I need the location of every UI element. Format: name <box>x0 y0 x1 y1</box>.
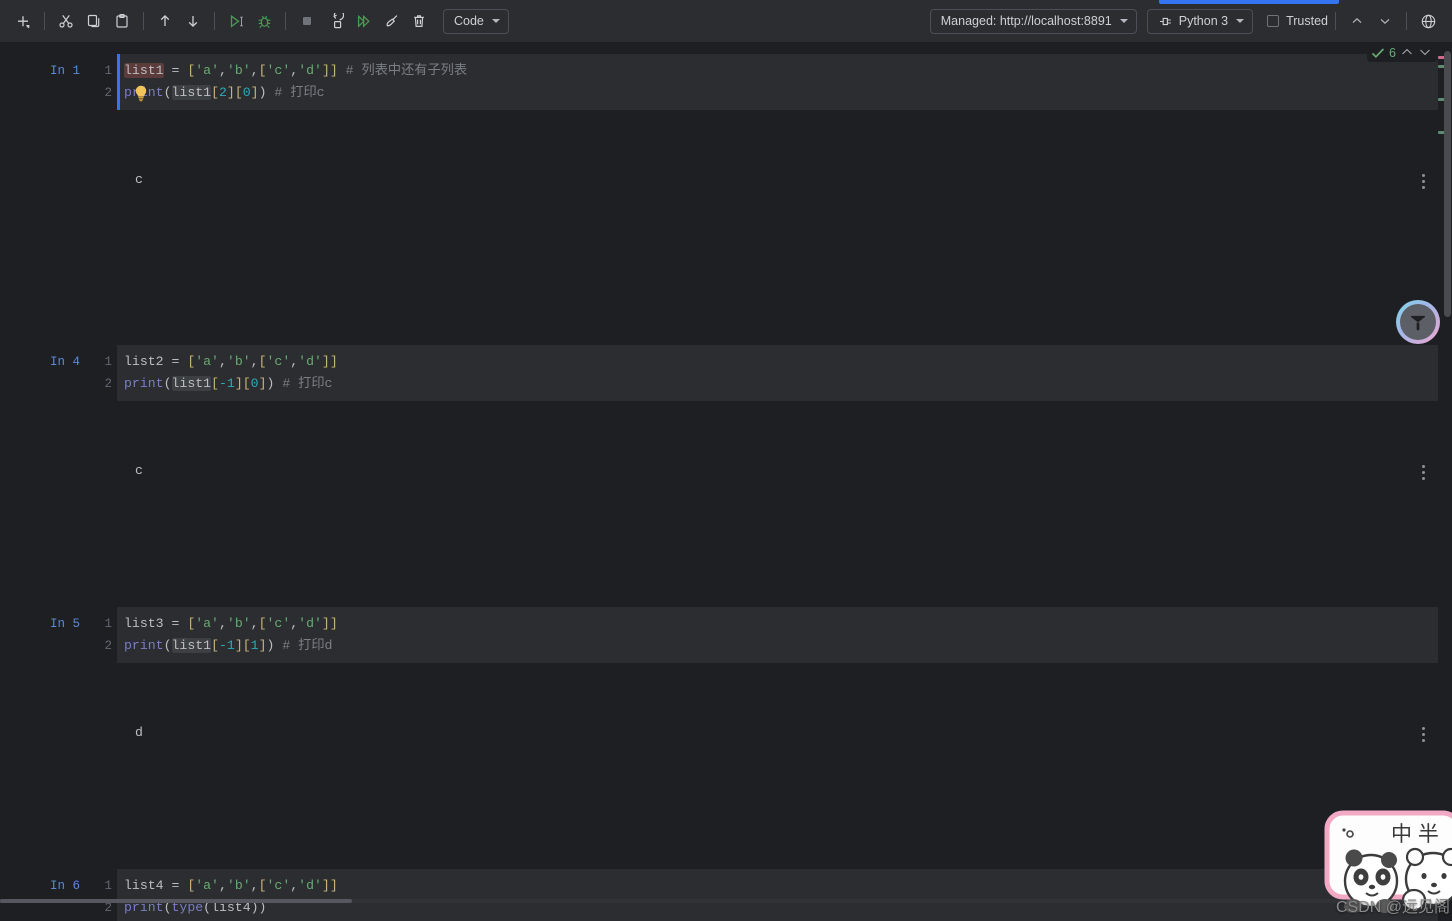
notebook-cell[interactable]: In 4 1 2 list2 = ['a','b',['c','d']] pri… <box>0 203 1452 486</box>
next-problem-icon[interactable] <box>1418 47 1432 60</box>
notebook-scroll-area[interactable]: In 1 1 2 list1 = ['a','b',['c','d']] # 列… <box>0 43 1452 921</box>
output-line: c <box>135 172 143 187</box>
add-cell-icon[interactable] <box>9 7 37 35</box>
toolbar-divider <box>143 12 144 30</box>
toolbar-divider <box>1335 12 1336 30</box>
notebook-cell[interactable]: In 5 1 2 list3 = ['a','b',['c','d']] pri… <box>0 334 1452 748</box>
assistant-fab[interactable] <box>1396 300 1440 344</box>
code-line: list1 = ['a','b',['c','d']] # 列表中还有子列表 <box>124 63 468 78</box>
kernel-select[interactable]: Python 3 <box>1146 8 1254 34</box>
line-number: 1 <box>104 64 112 78</box>
notebook-cell[interactable]: In 6 1 2 3 list4 = ['a','b',['c','d']] p… <box>0 465 1452 921</box>
restart-kernel-icon[interactable] <box>321 7 349 35</box>
output-context-menu-icon[interactable] <box>1416 171 1430 191</box>
line-numbers: 1 2 <box>96 60 112 104</box>
scroll-down-icon[interactable] <box>1371 7 1399 35</box>
trusted-label: Trusted <box>1286 14 1328 28</box>
chevron-down-icon <box>491 19 500 23</box>
cell-prompt: In 1 <box>50 64 81 78</box>
vertical-scrollbar-thumb[interactable] <box>1444 51 1451 317</box>
problems-count: 6 <box>1389 46 1396 60</box>
inspection-status-widget[interactable]: 6 <box>1367 44 1438 62</box>
fab-inner <box>1400 304 1436 340</box>
cell-output: c <box>117 165 1440 195</box>
trusted-checkbox[interactable]: Trusted <box>1267 14 1328 28</box>
jupyter-server-label: Managed: http://localhost:8891 <box>940 14 1112 28</box>
delete-cell-icon[interactable] <box>405 7 433 35</box>
horizontal-scrollbar-thumb[interactable] <box>0 899 352 903</box>
chevron-down-icon <box>1236 19 1245 23</box>
code-line: print(list1[2][0]) # 打印c <box>124 85 325 100</box>
intention-bulb-icon[interactable] <box>133 85 149 102</box>
move-cell-down-icon[interactable] <box>179 7 207 35</box>
prev-problem-icon[interactable] <box>1400 47 1414 60</box>
run-all-cells-icon[interactable] <box>349 7 377 35</box>
scroll-up-icon[interactable] <box>1343 7 1371 35</box>
sticker-bubble-text: 中 半 <box>1391 823 1439 846</box>
run-cell-icon[interactable] <box>222 7 250 35</box>
toolbar-divider <box>1406 12 1407 30</box>
kernel-label: Python 3 <box>1178 14 1229 28</box>
debug-cell-icon[interactable] <box>250 7 278 35</box>
toolbar-divider <box>44 12 45 30</box>
clear-outputs-icon[interactable] <box>377 7 405 35</box>
jupyter-server-select[interactable]: Managed: http://localhost:8891 <box>929 8 1137 34</box>
cut-cell-icon[interactable] <box>52 7 80 35</box>
open-in-browser-icon[interactable] <box>1414 7 1442 35</box>
line-number: 2 <box>104 86 112 100</box>
cell-type-label: Code <box>454 14 484 28</box>
notebook-cell[interactable]: In 9 1 print(list4) ['frist', 'a', 'b', … <box>0 693 1452 797</box>
code-inspection-strip[interactable] <box>1438 43 1452 921</box>
notebook-toolbar: Code Managed: http://localhost:8891 Pyth… <box>0 0 1452 43</box>
move-cell-up-icon[interactable] <box>151 7 179 35</box>
checkbox-box <box>1267 15 1280 27</box>
csdn-watermark: CSDN @远见阁 <box>1336 899 1451 916</box>
toolbar-divider <box>214 12 215 30</box>
toolbar-left-group: Code <box>0 7 509 35</box>
active-tab-indicator <box>1159 0 1339 4</box>
notebook-cell[interactable]: In 1 1 2 list1 = ['a','b',['c','d']] # 列… <box>0 43 1452 203</box>
tri-blade-icon <box>1410 315 1426 331</box>
toolbar-right-group: Managed: http://localhost:8891 Python 3 … <box>920 7 1452 35</box>
notebook-cell[interactable]: In 7 1 list4.insert(0,"frist") # 第1个元素插入… <box>0 641 1452 693</box>
interrupt-kernel-icon[interactable] <box>293 7 321 35</box>
checkmark-icon <box>1371 48 1385 59</box>
copy-cell-icon[interactable] <box>80 7 108 35</box>
cell-editor[interactable]: list1 = ['a','b',['c','d']] # 列表中还有子列表 p… <box>117 54 1440 110</box>
paste-cell-icon[interactable] <box>108 7 136 35</box>
chevron-down-icon <box>1119 19 1128 23</box>
toolbar-divider <box>285 12 286 30</box>
cell-type-select[interactable]: Code <box>443 8 509 34</box>
kernel-plug-icon <box>1159 17 1171 25</box>
